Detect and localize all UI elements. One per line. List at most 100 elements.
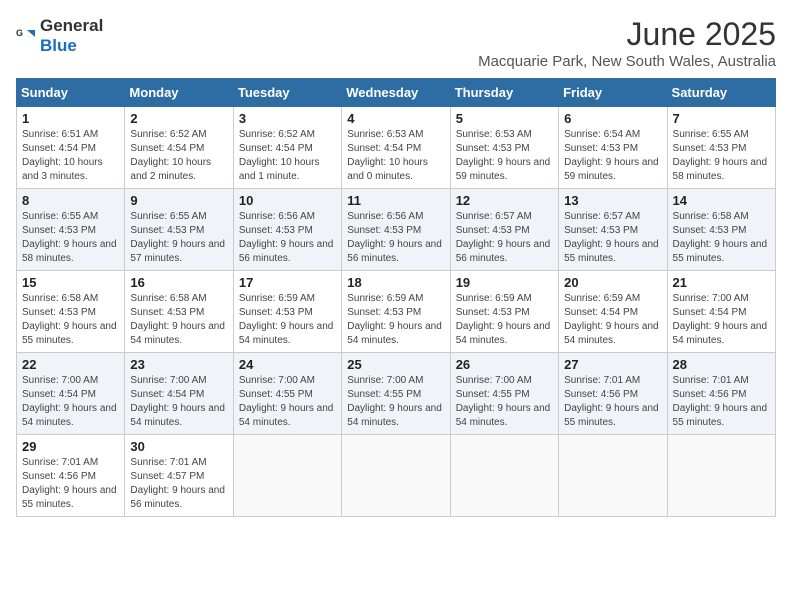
day-number: 4: [347, 111, 444, 126]
day-info: Sunrise: 7:00 AM Sunset: 4:54 PM Dayligh…: [673, 292, 770, 348]
sunrise-label: Sunrise: 7:00 AM: [673, 293, 749, 304]
daylight-label: Daylight: 9 hours and 54 minutes.: [239, 321, 334, 346]
day-info: Sunrise: 7:01 AM Sunset: 4:56 PM Dayligh…: [22, 456, 119, 512]
sunrise-label: Sunrise: 6:55 AM: [673, 129, 749, 140]
sunset-label: Sunset: 4:54 PM: [673, 307, 747, 318]
calendar-cell: [559, 435, 667, 517]
daylight-label: Daylight: 9 hours and 59 minutes.: [456, 157, 551, 182]
calendar-cell: 4 Sunrise: 6:53 AM Sunset: 4:54 PM Dayli…: [342, 107, 450, 189]
day-number: 12: [456, 193, 553, 208]
day-info: Sunrise: 6:58 AM Sunset: 4:53 PM Dayligh…: [22, 292, 119, 348]
daylight-label: Daylight: 9 hours and 54 minutes.: [673, 321, 768, 346]
day-info: Sunrise: 6:53 AM Sunset: 4:54 PM Dayligh…: [347, 128, 444, 184]
logo-icon: G: [16, 26, 36, 46]
sunset-label: Sunset: 4:55 PM: [239, 389, 313, 400]
calendar-cell: 16 Sunrise: 6:58 AM Sunset: 4:53 PM Dayl…: [125, 271, 233, 353]
calendar-week-row: 8 Sunrise: 6:55 AM Sunset: 4:53 PM Dayli…: [17, 189, 776, 271]
daylight-label: Daylight: 9 hours and 57 minutes.: [130, 239, 225, 264]
calendar-cell: 1 Sunrise: 6:51 AM Sunset: 4:54 PM Dayli…: [17, 107, 125, 189]
day-number: 15: [22, 275, 119, 290]
day-info: Sunrise: 7:00 AM Sunset: 4:55 PM Dayligh…: [456, 374, 553, 430]
calendar-cell: 6 Sunrise: 6:54 AM Sunset: 4:53 PM Dayli…: [559, 107, 667, 189]
weekday-header-sunday: Sunday: [17, 79, 125, 107]
daylight-label: Daylight: 9 hours and 55 minutes.: [22, 321, 117, 346]
logo-general: General: [40, 16, 103, 35]
daylight-label: Daylight: 9 hours and 54 minutes.: [564, 321, 659, 346]
day-info: Sunrise: 7:00 AM Sunset: 4:55 PM Dayligh…: [239, 374, 336, 430]
daylight-label: Daylight: 9 hours and 54 minutes.: [347, 403, 442, 428]
sunset-label: Sunset: 4:55 PM: [456, 389, 530, 400]
calendar-table: SundayMondayTuesdayWednesdayThursdayFrid…: [16, 78, 776, 517]
day-info: Sunrise: 7:00 AM Sunset: 4:54 PM Dayligh…: [130, 374, 227, 430]
day-number: 3: [239, 111, 336, 126]
day-number: 30: [130, 439, 227, 454]
calendar-cell: [233, 435, 341, 517]
calendar-cell: 7 Sunrise: 6:55 AM Sunset: 4:53 PM Dayli…: [667, 107, 775, 189]
day-info: Sunrise: 6:59 AM Sunset: 4:54 PM Dayligh…: [564, 292, 661, 348]
sunset-label: Sunset: 4:54 PM: [22, 143, 96, 154]
sunrise-label: Sunrise: 7:01 AM: [130, 457, 206, 468]
day-number: 5: [456, 111, 553, 126]
sunset-label: Sunset: 4:53 PM: [130, 225, 204, 236]
daylight-label: Daylight: 10 hours and 2 minutes.: [130, 157, 211, 182]
day-number: 24: [239, 357, 336, 372]
sunrise-label: Sunrise: 6:55 AM: [130, 211, 206, 222]
daylight-label: Daylight: 9 hours and 59 minutes.: [564, 157, 659, 182]
day-info: Sunrise: 6:59 AM Sunset: 4:53 PM Dayligh…: [456, 292, 553, 348]
calendar-cell: 27 Sunrise: 7:01 AM Sunset: 4:56 PM Dayl…: [559, 353, 667, 435]
month-title: June 2025: [478, 16, 776, 53]
day-info: Sunrise: 6:58 AM Sunset: 4:53 PM Dayligh…: [130, 292, 227, 348]
svg-text:G: G: [16, 28, 23, 38]
calendar-cell: 24 Sunrise: 7:00 AM Sunset: 4:55 PM Dayl…: [233, 353, 341, 435]
calendar-week-row: 29 Sunrise: 7:01 AM Sunset: 4:56 PM Dayl…: [17, 435, 776, 517]
sunset-label: Sunset: 4:53 PM: [456, 225, 530, 236]
daylight-label: Daylight: 10 hours and 0 minutes.: [347, 157, 428, 182]
calendar-week-row: 1 Sunrise: 6:51 AM Sunset: 4:54 PM Dayli…: [17, 107, 776, 189]
sunrise-label: Sunrise: 6:55 AM: [22, 211, 98, 222]
day-info: Sunrise: 7:01 AM Sunset: 4:56 PM Dayligh…: [564, 374, 661, 430]
sunset-label: Sunset: 4:53 PM: [347, 225, 421, 236]
day-number: 26: [456, 357, 553, 372]
calendar-cell: 14 Sunrise: 6:58 AM Sunset: 4:53 PM Dayl…: [667, 189, 775, 271]
day-info: Sunrise: 6:58 AM Sunset: 4:53 PM Dayligh…: [673, 210, 770, 266]
logo: G General Blue: [16, 16, 103, 56]
calendar-cell: 8 Sunrise: 6:55 AM Sunset: 4:53 PM Dayli…: [17, 189, 125, 271]
daylight-label: Daylight: 9 hours and 54 minutes.: [239, 403, 334, 428]
day-number: 14: [673, 193, 770, 208]
calendar-cell: 10 Sunrise: 6:56 AM Sunset: 4:53 PM Dayl…: [233, 189, 341, 271]
calendar-cell: 22 Sunrise: 7:00 AM Sunset: 4:54 PM Dayl…: [17, 353, 125, 435]
day-info: Sunrise: 7:00 AM Sunset: 4:54 PM Dayligh…: [22, 374, 119, 430]
calendar-cell: [450, 435, 558, 517]
day-number: 2: [130, 111, 227, 126]
daylight-label: Daylight: 9 hours and 56 minutes.: [130, 485, 225, 510]
daylight-label: Daylight: 10 hours and 3 minutes.: [22, 157, 103, 182]
calendar-cell: 5 Sunrise: 6:53 AM Sunset: 4:53 PM Dayli…: [450, 107, 558, 189]
day-number: 11: [347, 193, 444, 208]
sunrise-label: Sunrise: 6:52 AM: [239, 129, 315, 140]
logo-blue: Blue: [40, 36, 77, 55]
calendar-cell: 30 Sunrise: 7:01 AM Sunset: 4:57 PM Dayl…: [125, 435, 233, 517]
sunset-label: Sunset: 4:53 PM: [22, 225, 96, 236]
day-number: 23: [130, 357, 227, 372]
calendar-cell: 15 Sunrise: 6:58 AM Sunset: 4:53 PM Dayl…: [17, 271, 125, 353]
sunset-label: Sunset: 4:54 PM: [564, 307, 638, 318]
daylight-label: Daylight: 9 hours and 54 minutes.: [130, 403, 225, 428]
sunset-label: Sunset: 4:53 PM: [673, 143, 747, 154]
calendar-cell: 19 Sunrise: 6:59 AM Sunset: 4:53 PM Dayl…: [450, 271, 558, 353]
day-info: Sunrise: 6:51 AM Sunset: 4:54 PM Dayligh…: [22, 128, 119, 184]
daylight-label: Daylight: 9 hours and 58 minutes.: [673, 157, 768, 182]
day-info: Sunrise: 6:55 AM Sunset: 4:53 PM Dayligh…: [130, 210, 227, 266]
sunset-label: Sunset: 4:53 PM: [456, 143, 530, 154]
sunrise-label: Sunrise: 6:57 AM: [456, 211, 532, 222]
sunrise-label: Sunrise: 6:59 AM: [456, 293, 532, 304]
calendar-week-row: 15 Sunrise: 6:58 AM Sunset: 4:53 PM Dayl…: [17, 271, 776, 353]
calendar-cell: 28 Sunrise: 7:01 AM Sunset: 4:56 PM Dayl…: [667, 353, 775, 435]
day-info: Sunrise: 7:00 AM Sunset: 4:55 PM Dayligh…: [347, 374, 444, 430]
day-number: 27: [564, 357, 661, 372]
calendar-week-row: 22 Sunrise: 7:00 AM Sunset: 4:54 PM Dayl…: [17, 353, 776, 435]
sunrise-label: Sunrise: 7:01 AM: [22, 457, 98, 468]
calendar-cell: 17 Sunrise: 6:59 AM Sunset: 4:53 PM Dayl…: [233, 271, 341, 353]
day-number: 10: [239, 193, 336, 208]
calendar-cell: 3 Sunrise: 6:52 AM Sunset: 4:54 PM Dayli…: [233, 107, 341, 189]
day-info: Sunrise: 6:59 AM Sunset: 4:53 PM Dayligh…: [347, 292, 444, 348]
